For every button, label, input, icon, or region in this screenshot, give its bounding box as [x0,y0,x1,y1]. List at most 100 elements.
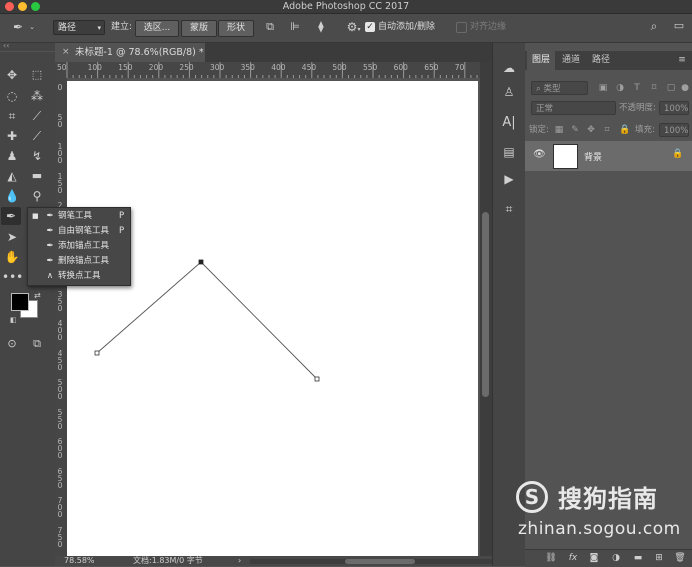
active-bullet-icon: ■ [32,212,39,220]
menu-item-pen-tool[interactable]: ■ ✒ 钢笔工具 P [28,209,130,224]
blur-tool-icon[interactable]: 💧 [2,187,22,205]
document-tab[interactable]: × 未标题-1 @ 78.6%(RGB/8) * [55,43,205,62]
swap-colors-icon[interactable]: ⇄ [34,291,41,300]
filter-toggle-icon[interactable]: ● [679,81,691,95]
history-brush-tool-icon[interactable]: ↯ [27,147,47,165]
path-selection-tool-icon[interactable]: ➤ [2,228,22,246]
path-operations-icon[interactable]: ⧉ [262,20,278,34]
actions-play-icon[interactable]: ▶ [500,170,518,188]
filter-adjustment-icon[interactable]: ◑ [614,81,626,95]
default-colors-icon[interactable]: ◧ [10,316,17,324]
eyedropper-tool-icon[interactable]: ⟋ [27,107,47,125]
magic-wand-tool-icon[interactable]: ⁂ [27,87,47,105]
path-alignment-icon[interactable]: ⊫ [287,20,303,34]
title-bar: Adobe Photoshop CC 2017 [0,0,692,14]
filter-pixel-icon[interactable]: ▣ [597,81,609,95]
layer-filter-select[interactable]: ⌕ 类型 [531,81,588,95]
opacity-field[interactable]: 100% [659,101,689,115]
libraries-icon[interactable]: ☁ [500,59,518,77]
clone-stamp-tool-icon[interactable]: ♟ [2,147,22,165]
horizontal-scrollbar[interactable] [250,559,492,564]
close-tab-icon[interactable]: × [62,43,70,62]
more-tools-icon[interactable]: ••• [2,268,23,286]
mode-select[interactable]: 路径 ▾ [53,20,105,35]
lasso-tool-icon[interactable]: ◌ [2,87,22,105]
align-edges-checkbox[interactable] [456,22,467,33]
tab-paths[interactable]: 路径 [587,51,615,70]
layer-row[interactable]: 👁 背景 🔒 [525,141,692,171]
chevron-right-icon[interactable]: › [238,556,241,566]
shape-button[interactable]: 形状 [218,20,254,37]
path-arrangement-icon[interactable]: ⧫ [313,20,329,34]
document-canvas[interactable] [67,81,478,556]
zoom-level[interactable]: 78.58% [64,556,95,566]
mask-button[interactable]: 蒙版 [181,20,217,37]
lock-position-icon[interactable]: ✥ [585,123,597,137]
filter-type-icon[interactable]: T [631,81,643,95]
panel-tabs: 图层 通道 路径 ≡ [525,51,692,70]
brush-tool-icon[interactable]: ⟋ [27,127,47,145]
fill-field[interactable]: 100% [659,123,689,137]
vertical-scrollbar[interactable] [480,62,492,556]
anchor-point-selected[interactable] [198,259,204,265]
crop-panel-icon[interactable]: ⌗ [500,200,518,218]
new-group-icon[interactable]: ▬ [631,552,645,565]
character-panel-icon[interactable]: A| [500,114,518,132]
pen-tool-preset-icon[interactable]: ✒ [10,20,26,34]
layer-name[interactable]: 背景 [584,150,602,163]
lock-transparent-icon[interactable]: ▦ [553,123,565,137]
tab-layers[interactable]: 图层 [527,51,555,70]
anchor-point[interactable] [314,376,320,382]
search-icon[interactable]: ⌕ [646,19,662,33]
horizontal-ruler[interactable]: 50 100 150 200 250 300 350 400 450 500 550 600 650 70 [55,62,480,79]
screen-mode-icon[interactable]: ⧉ [27,335,47,353]
gradient-tool-icon[interactable]: ▬ [27,167,47,185]
foreground-color-swatch[interactable] [11,293,29,311]
move-tool-icon[interactable]: ✥ [2,66,22,84]
filter-shape-icon[interactable]: ⌑ [648,81,660,95]
hand-tool-icon[interactable]: ✋ [2,248,22,266]
pen-tool-icon[interactable]: ✒ [1,207,21,225]
properties-icon[interactable]: ▤ [500,143,518,161]
path-drawing[interactable] [67,81,478,556]
fx-icon[interactable]: fx [566,552,580,565]
healing-brush-tool-icon[interactable]: ✚ [2,127,22,145]
toolbox-collapse-strip[interactable]: ‹‹ [0,41,55,51]
filter-smart-object-icon[interactable]: ▢ [665,81,677,95]
eye-icon[interactable]: 👁 [533,149,546,160]
link-layers-icon[interactable]: ⛓ [544,552,558,565]
canvas-area[interactable] [67,78,480,556]
marquee-tool-icon[interactable]: ⬚ [27,66,47,84]
dodge-tool-icon[interactable]: ⚲ [27,187,47,205]
adjustments-icon[interactable]: ♙ [500,83,518,101]
menu-item-delete-anchor-tool[interactable]: ✒ 删除锚点工具 [28,254,130,269]
menu-item-convert-point-tool[interactable]: ∧ 转换点工具 [28,269,130,284]
new-layer-icon[interactable]: ⊞ [652,552,666,565]
anchor-point[interactable] [94,350,100,356]
auto-add-delete-checkbox[interactable]: ✓ [365,22,375,32]
menu-item-freeform-pen-tool[interactable]: ✒ 自由钢笔工具 P [28,224,130,239]
tab-channels[interactable]: 通道 [557,51,585,70]
auto-add-delete-label: 自动添加/删除 [378,22,436,32]
quick-mask-icon[interactable]: ⊙ [2,335,22,353]
panel-menu-icon[interactable]: ≡ [675,51,689,70]
chevron-down-icon[interactable]: ▾ [356,23,362,37]
blend-mode-select[interactable]: 正常 [531,101,616,115]
crop-tool-icon[interactable]: ⌗ [2,107,22,125]
eraser-tool-icon[interactable]: ◭ [2,167,22,185]
trash-icon[interactable]: 🗑 [673,552,687,565]
lock-image-icon[interactable]: ✎ [569,123,581,137]
lock-all-icon[interactable]: 🔒 [619,123,631,137]
ruler-label: 4 5 0 [57,348,63,372]
scrollbar-thumb[interactable] [345,559,415,564]
adjustment-layer-icon[interactable]: ◑ [609,552,623,565]
lock-artboard-icon[interactable]: ⌗ [601,123,613,137]
workspace-icon[interactable]: ▭ [671,19,687,33]
chevron-down-icon[interactable]: ⌄ [28,20,36,34]
options-bar: ✒ ⌄ 路径 ▾ 建立: 选区... 蒙版 形状 ⧉ ⊫ ⧫ ⚙ ▾ ✓ 自动添加… [0,14,692,43]
delete-anchor-icon: ✒ [46,256,54,266]
scrollbar-thumb[interactable] [482,212,489,397]
selection-button[interactable]: 选区... [135,20,179,37]
add-mask-icon[interactable]: ◙ [587,552,601,565]
menu-item-add-anchor-tool[interactable]: ✒ 添加锚点工具 [28,239,130,254]
